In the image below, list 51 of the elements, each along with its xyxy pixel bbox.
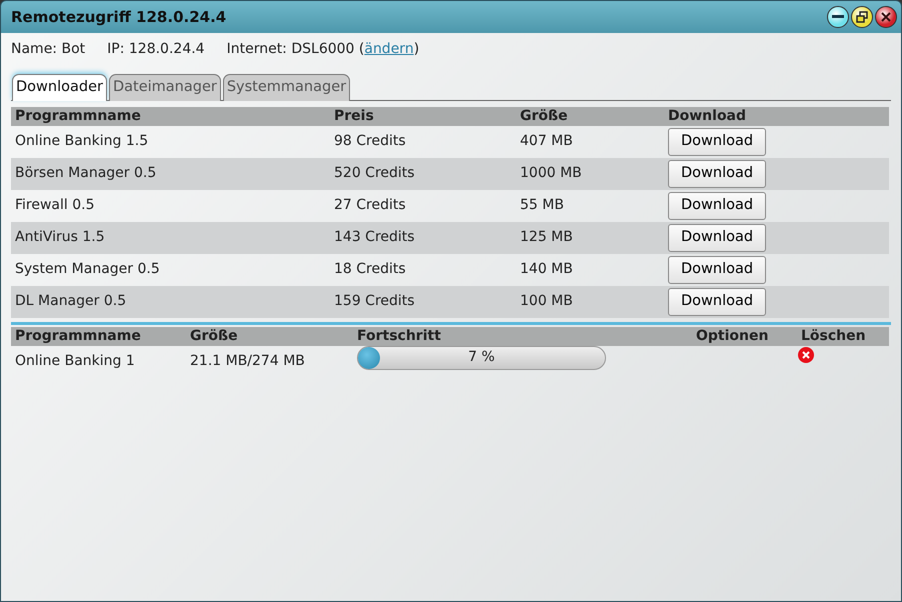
column-header: Löschen [797,326,889,346]
column-header: Preis [330,106,516,126]
close-icon [880,11,892,23]
table-cell-text: 98 Credits [334,132,406,152]
table-cell-text: 520 Credits [334,164,415,184]
tab[interactable]: Systemmanager [222,74,350,101]
minimize-icon [832,15,844,19]
download-button[interactable]: Download [668,128,766,156]
restore-button[interactable] [851,6,873,28]
table-cell-text: 140 MB [520,260,573,280]
table-cell-text: 143 Credits [334,228,415,248]
column-header: Fortschritt [353,326,692,346]
table-cell-text: Firewall 0.5 [15,196,95,216]
column-header: Größe [516,106,664,126]
tab[interactable]: Downloader [12,74,107,101]
delete-icon[interactable] [797,346,815,364]
download-button[interactable]: Download [668,256,766,284]
progress-label: 7 % [468,348,495,368]
name-label: Name: Bot [11,40,86,59]
table-cell-text: 407 MB [520,132,573,152]
column-header: Optionen [692,326,797,346]
download-button[interactable]: Download [668,288,766,316]
minimize-button[interactable] [827,6,849,28]
internet-label: Internet: DSL6000 (ändern) [226,40,420,59]
download-button[interactable]: Download [668,224,766,252]
change-link[interactable]: ändern [364,41,414,57]
table-cell-text: Börsen Manager 0.5 [15,164,156,184]
table-cell-text: 18 Credits [334,260,406,280]
table-cell-text: AntiVirus 1.5 [15,228,105,248]
download-button[interactable]: Download [668,192,766,220]
tab[interactable]: Dateimanager [108,74,221,101]
table-cell-text: 27 Credits [334,196,406,216]
table-cell-text: 125 MB [520,228,573,248]
column-header: Download [664,106,889,126]
table-cell-text: Online Banking 1.5 [15,132,148,152]
restore-icon [856,11,868,23]
table-cell-text: System Manager 0.5 [15,260,160,280]
column-header: Größe [186,326,353,346]
download-button[interactable]: Download [668,160,766,188]
table-cell-text: DL Manager 0.5 [15,292,126,312]
table-cell-text: 1000 MB [520,164,582,184]
table-cell-text: 159 Credits [334,292,415,312]
table-cell-text: Online Banking 1 [15,352,135,372]
window-title: Remotezugriff 128.0.24.4 [11,6,228,28]
table-cell-text: 21.1 MB/274 MB [190,352,305,372]
table-cell-text: 55 MB [520,196,564,216]
ip-label: IP: 128.0.24.4 [107,40,205,59]
column-header: Programmname [11,106,330,126]
table-cell-text: 100 MB [520,292,573,312]
column-header: Programmname [11,326,186,346]
close-button[interactable] [875,6,897,28]
